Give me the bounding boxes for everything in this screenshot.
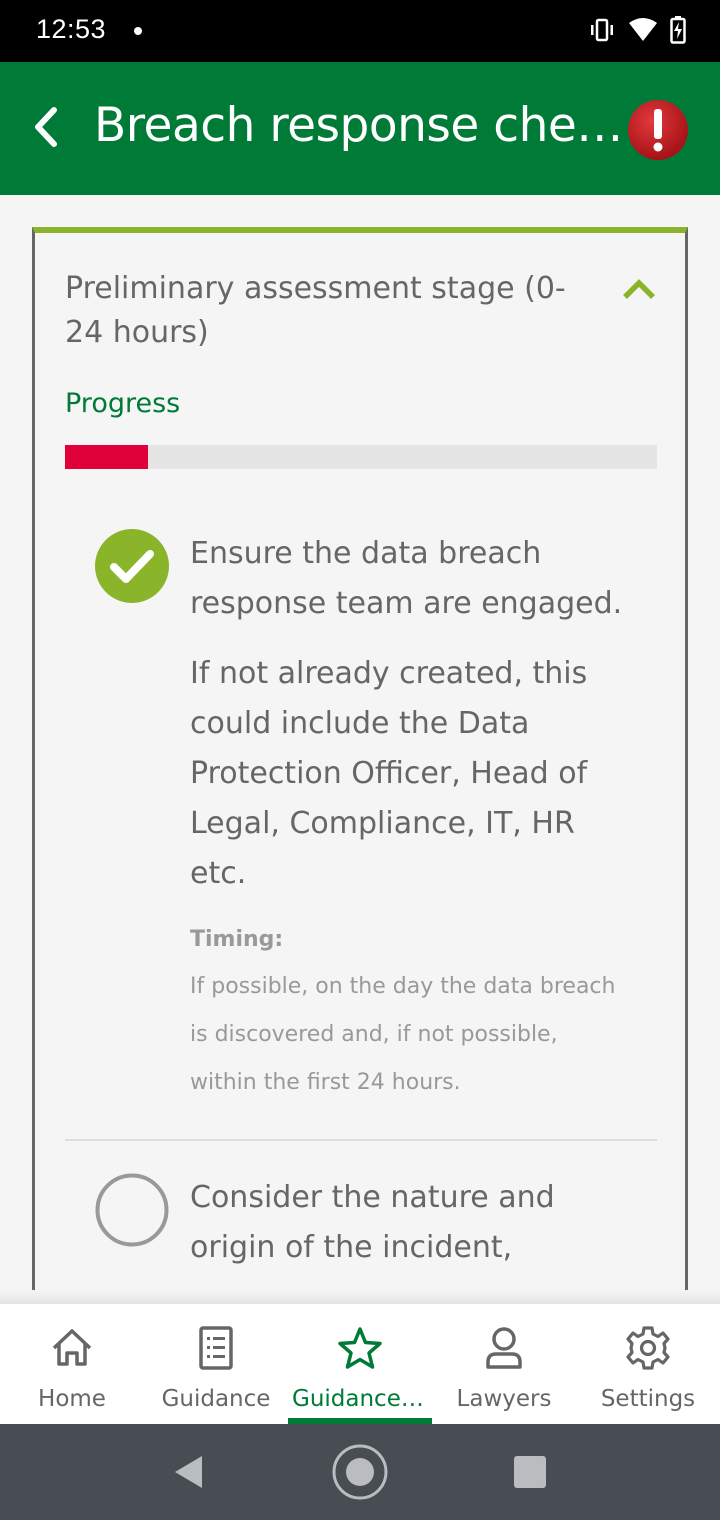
progress-bar <box>65 445 657 469</box>
progress-label: Progress <box>65 388 181 419</box>
bottom-shadow <box>0 1290 720 1304</box>
collapse-button[interactable] <box>621 275 657 305</box>
nav-item-guidance-checklists[interactable]: Guidance checklists <box>288 1304 432 1424</box>
check-circle-icon <box>95 529 169 603</box>
chevron-left-icon <box>35 107 57 147</box>
battery-charging-icon <box>670 16 686 44</box>
list-icon <box>199 1326 233 1370</box>
timing-text: If possible, on the day the data breach … <box>190 974 616 1095</box>
star-icon <box>338 1327 382 1369</box>
progress-fill <box>65 445 148 469</box>
vibrate-icon <box>591 18 613 42</box>
nav-item-lawyers[interactable]: Lawyers <box>432 1304 576 1424</box>
stage-title[interactable]: Preliminary assessment stage (0-24 hours… <box>65 267 585 355</box>
app-bar: Breach response checklist <box>0 62 720 195</box>
item-title: Consider the nature and origin of the in… <box>190 1180 555 1265</box>
item-description: If not already created, this could inclu… <box>190 656 588 891</box>
timing-label: Timing: <box>190 927 284 952</box>
chevron-up-icon <box>623 279 655 299</box>
nav-item-guidance[interactable]: Guidance <box>144 1304 288 1424</box>
bottom-nav: Home Guidance Guidance checklists Lawyer… <box>0 1304 720 1424</box>
empty-circle-icon <box>95 1173 169 1247</box>
nav-label: Home <box>38 1386 106 1412</box>
exclamation-alert-icon <box>628 100 688 160</box>
wifi-icon <box>629 18 657 41</box>
system-recents-icon[interactable] <box>514 1456 546 1488</box>
page-title: Breach response checklist <box>94 98 624 153</box>
status-bar: 12:53 <box>0 0 720 62</box>
system-navigation-bar <box>0 1424 720 1520</box>
person-icon <box>486 1327 522 1369</box>
item-title: Ensure the data breach response team are… <box>190 536 623 621</box>
checkbox-empty[interactable] <box>95 1173 169 1247</box>
nav-label: Settings <box>600 1386 696 1412</box>
alert-button[interactable] <box>627 99 689 161</box>
nav-item-home[interactable]: Home <box>0 1304 144 1424</box>
nav-label: Lawyers <box>456 1386 552 1412</box>
gear-icon <box>626 1326 670 1370</box>
home-icon <box>52 1329 92 1366</box>
nav-label: Guidance <box>161 1386 271 1412</box>
system-back-icon[interactable] <box>172 1454 204 1490</box>
checkbox-completed[interactable] <box>95 529 169 603</box>
status-time: 12:53 <box>36 14 107 44</box>
divider <box>65 1139 657 1141</box>
system-home-icon[interactable] <box>331 1443 389 1501</box>
nav-label: Guidance checklists <box>292 1386 432 1412</box>
notification-dot-icon <box>134 27 142 35</box>
status-icons <box>588 16 686 44</box>
back-button[interactable] <box>26 102 66 152</box>
content-scroll-area[interactable]: Preliminary assessment stage (0-24 hours… <box>0 195 720 1303</box>
nav-item-settings[interactable]: Settings <box>576 1304 720 1424</box>
stage-card: Preliminary assessment stage (0-24 hours… <box>32 227 688 1303</box>
